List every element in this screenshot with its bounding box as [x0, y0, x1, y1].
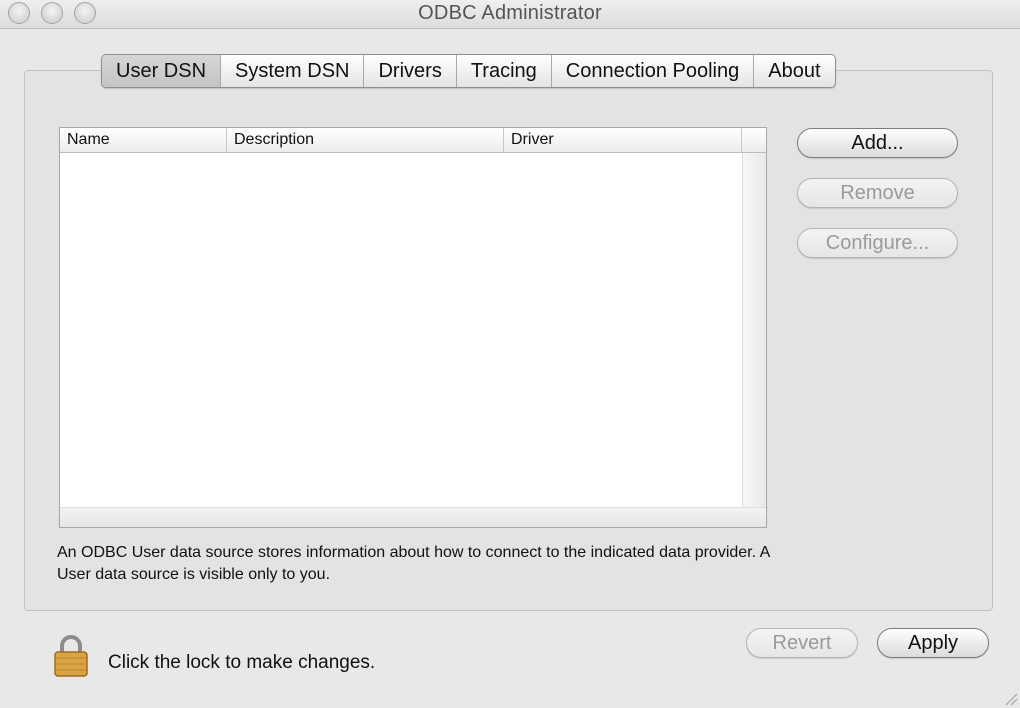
lock-message: Click the lock to make changes. — [108, 652, 376, 673]
revert-button[interactable]: Revert — [746, 628, 858, 658]
tab-system-dsn[interactable]: System DSN — [221, 55, 365, 87]
user-dsn-description: An ODBC User data source stores informat… — [57, 544, 770, 583]
horizontal-scrollbar[interactable] — [60, 507, 766, 527]
title-bar: ODBC Administrator — [0, 0, 1020, 29]
apply-button[interactable]: Apply — [877, 628, 989, 658]
column-header-name[interactable]: Name — [60, 128, 227, 152]
tab-drivers[interactable]: Drivers — [364, 55, 457, 87]
tab-about[interactable]: About — [754, 55, 834, 87]
add-button[interactable]: Add... — [797, 128, 958, 158]
dsn-table[interactable]: Name Description Driver — [59, 127, 767, 528]
tab-connection-pooling[interactable]: Connection Pooling — [552, 55, 755, 87]
tab-user-dsn[interactable]: User DSN — [102, 55, 222, 87]
padlock-icon[interactable] — [53, 634, 89, 678]
tab-tracing[interactable]: Tracing — [457, 55, 552, 87]
configure-button[interactable]: Configure... — [797, 228, 958, 258]
table-header: Name Description Driver — [60, 128, 766, 153]
window-title: ODBC Administrator — [418, 2, 602, 24]
column-header-description[interactable]: Description — [227, 128, 504, 152]
vertical-scrollbar[interactable] — [742, 153, 766, 507]
remove-button[interactable]: Remove — [797, 178, 958, 208]
tab-bar: User DSN System DSN Drivers Tracing Conn… — [101, 54, 836, 88]
resize-grip-icon[interactable] — [1004, 692, 1018, 706]
column-header-driver[interactable]: Driver — [504, 128, 742, 152]
